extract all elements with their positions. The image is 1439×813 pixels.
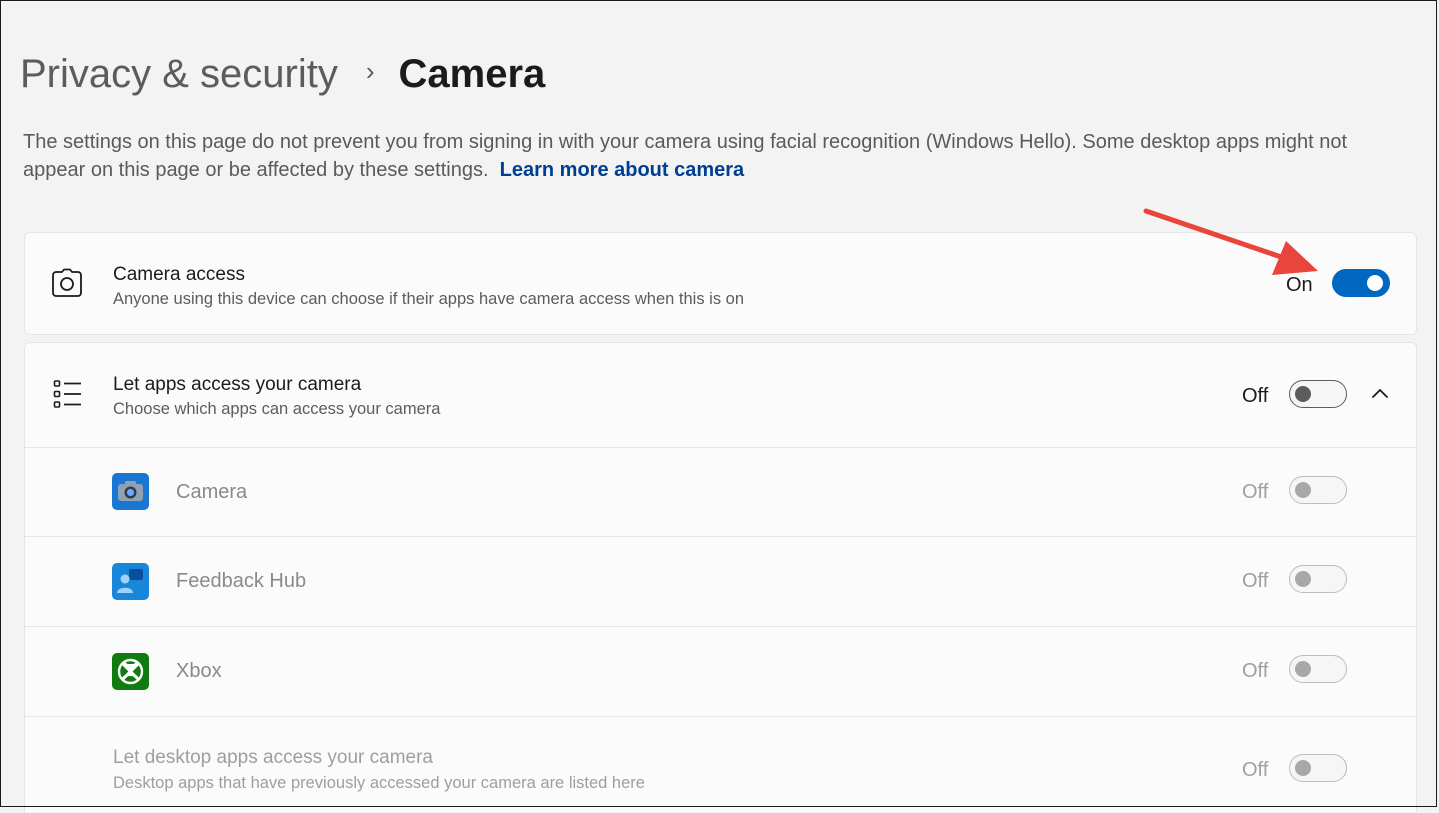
camera-access-title: Camera access [113, 264, 245, 285]
desktop-apps-toggle[interactable] [1289, 754, 1347, 782]
camera-access-subtitle: Anyone using this device can choose if t… [113, 290, 745, 308]
breadcrumb-parent-link[interactable]: Privacy & security [20, 48, 338, 100]
apps-access-title: Let apps access your camera [113, 374, 362, 395]
feedback-hub-icon [112, 563, 149, 600]
toggle-knob [1295, 385, 1311, 402]
toggle-knob [1367, 275, 1383, 291]
app-row-feedback-hub: Feedback Hub Off [25, 537, 1416, 626]
toggle-knob [1295, 660, 1311, 677]
apps-access-card: Let apps access your camera Choose which… [24, 342, 1417, 812]
camera-app-icon [112, 473, 149, 510]
app-name: Camera [176, 481, 248, 503]
app-state: Off [1242, 660, 1269, 682]
page-description: The settings on this page do not prevent… [23, 128, 1413, 184]
desktop-apps-title: Let desktop apps access your camera [113, 747, 434, 768]
app-name: Xbox [176, 660, 222, 682]
toggle-knob [1295, 570, 1311, 587]
desktop-apps-state: Off [1242, 759, 1269, 781]
camera-icon [52, 268, 82, 297]
app-name: Feedback Hub [176, 570, 307, 592]
annotation-arrow-icon [1143, 208, 1318, 275]
camera-access-toggle[interactable] [1332, 269, 1390, 297]
toggle-knob [1295, 759, 1311, 776]
xbox-toggle[interactable] [1289, 655, 1347, 683]
learn-more-link[interactable]: Learn more about camera [500, 159, 745, 181]
chevron-right-icon: › [365, 56, 375, 86]
app-state: Off [1242, 570, 1269, 592]
app-row-xbox: Xbox Off [25, 627, 1416, 716]
apps-access-state: Off [1242, 385, 1269, 407]
toggle-knob [1295, 481, 1311, 498]
feedback-hub-toggle[interactable] [1289, 565, 1347, 593]
apps-access-toggle[interactable] [1289, 380, 1347, 408]
breadcrumb: Privacy & security › Camera [20, 48, 545, 100]
app-state: Off [1242, 481, 1269, 503]
apps-access-header[interactable]: Let apps access your camera Choose which… [25, 343, 1416, 447]
page-title: Camera [398, 52, 546, 96]
desktop-apps-subtitle: Desktop apps that have previously access… [113, 774, 645, 792]
camera-app-toggle[interactable] [1289, 476, 1347, 504]
apps-access-subtitle: Choose which apps can access your camera [113, 400, 441, 418]
desktop-apps-row: Let desktop apps access your camera Desk… [25, 717, 1416, 813]
xbox-icon [112, 653, 149, 690]
list-icon [53, 380, 81, 408]
chevron-up-icon[interactable] [1371, 387, 1389, 399]
app-row-camera: Camera Off [25, 448, 1416, 536]
